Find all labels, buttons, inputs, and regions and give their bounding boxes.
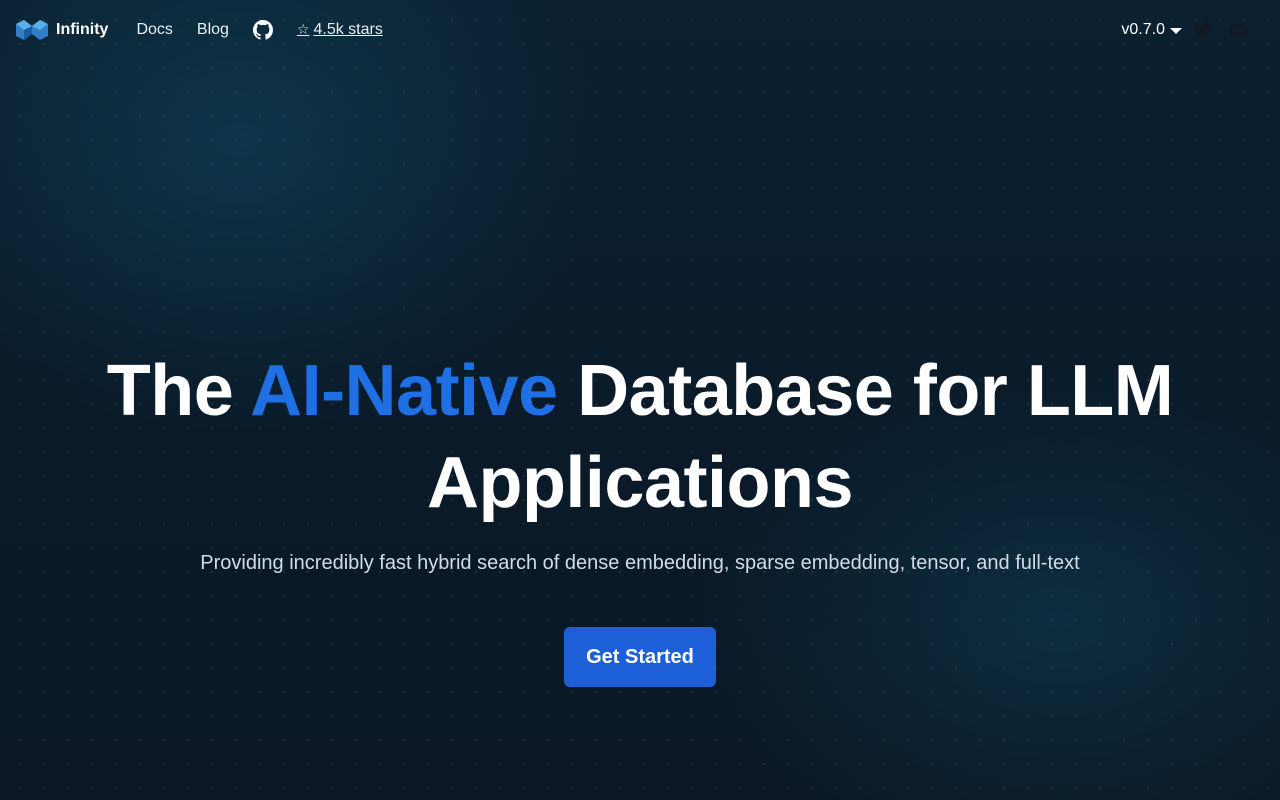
get-started-button[interactable]: Get Started xyxy=(564,627,716,687)
brand-link[interactable]: Infinity xyxy=(16,20,108,40)
chevron-down-icon xyxy=(1170,28,1182,34)
brand-name: Infinity xyxy=(56,21,109,38)
github-link[interactable] xyxy=(252,20,297,40)
hero-title-accent: AI-Native xyxy=(250,351,558,431)
nav-right: v0.7.0 xyxy=(1121,21,1264,39)
hero-title: The AI-Native Database for LLM Applicati… xyxy=(0,345,1280,529)
stars-count: 4.5k stars xyxy=(313,21,383,38)
infinity-logo-icon xyxy=(16,20,48,40)
discord-icon xyxy=(1230,23,1248,37)
twitter-icon xyxy=(1194,22,1212,38)
hero-title-start: The xyxy=(106,351,251,431)
nav-link-docs[interactable]: Docs xyxy=(136,21,172,39)
nav-link-blog[interactable]: Blog xyxy=(197,21,229,39)
top-navbar: Infinity Docs Blog ☆ 4.5k stars v0.7.0 xyxy=(0,0,1280,60)
hero-section: The AI-Native Database for LLM Applicati… xyxy=(0,345,1280,687)
version-label: v0.7.0 xyxy=(1121,21,1165,38)
version-dropdown[interactable]: v0.7.0 xyxy=(1121,21,1182,39)
nav-left: Infinity Docs Blog ☆ 4.5k stars xyxy=(16,20,383,40)
hero-subtitle: Providing incredibly fast hybrid search … xyxy=(200,552,1080,574)
github-icon xyxy=(252,20,273,40)
star-outline-icon: ☆ xyxy=(296,22,310,38)
twitter-link[interactable] xyxy=(1194,22,1230,38)
github-stars-link[interactable]: ☆ 4.5k stars xyxy=(297,21,383,39)
discord-link[interactable] xyxy=(1230,23,1264,37)
